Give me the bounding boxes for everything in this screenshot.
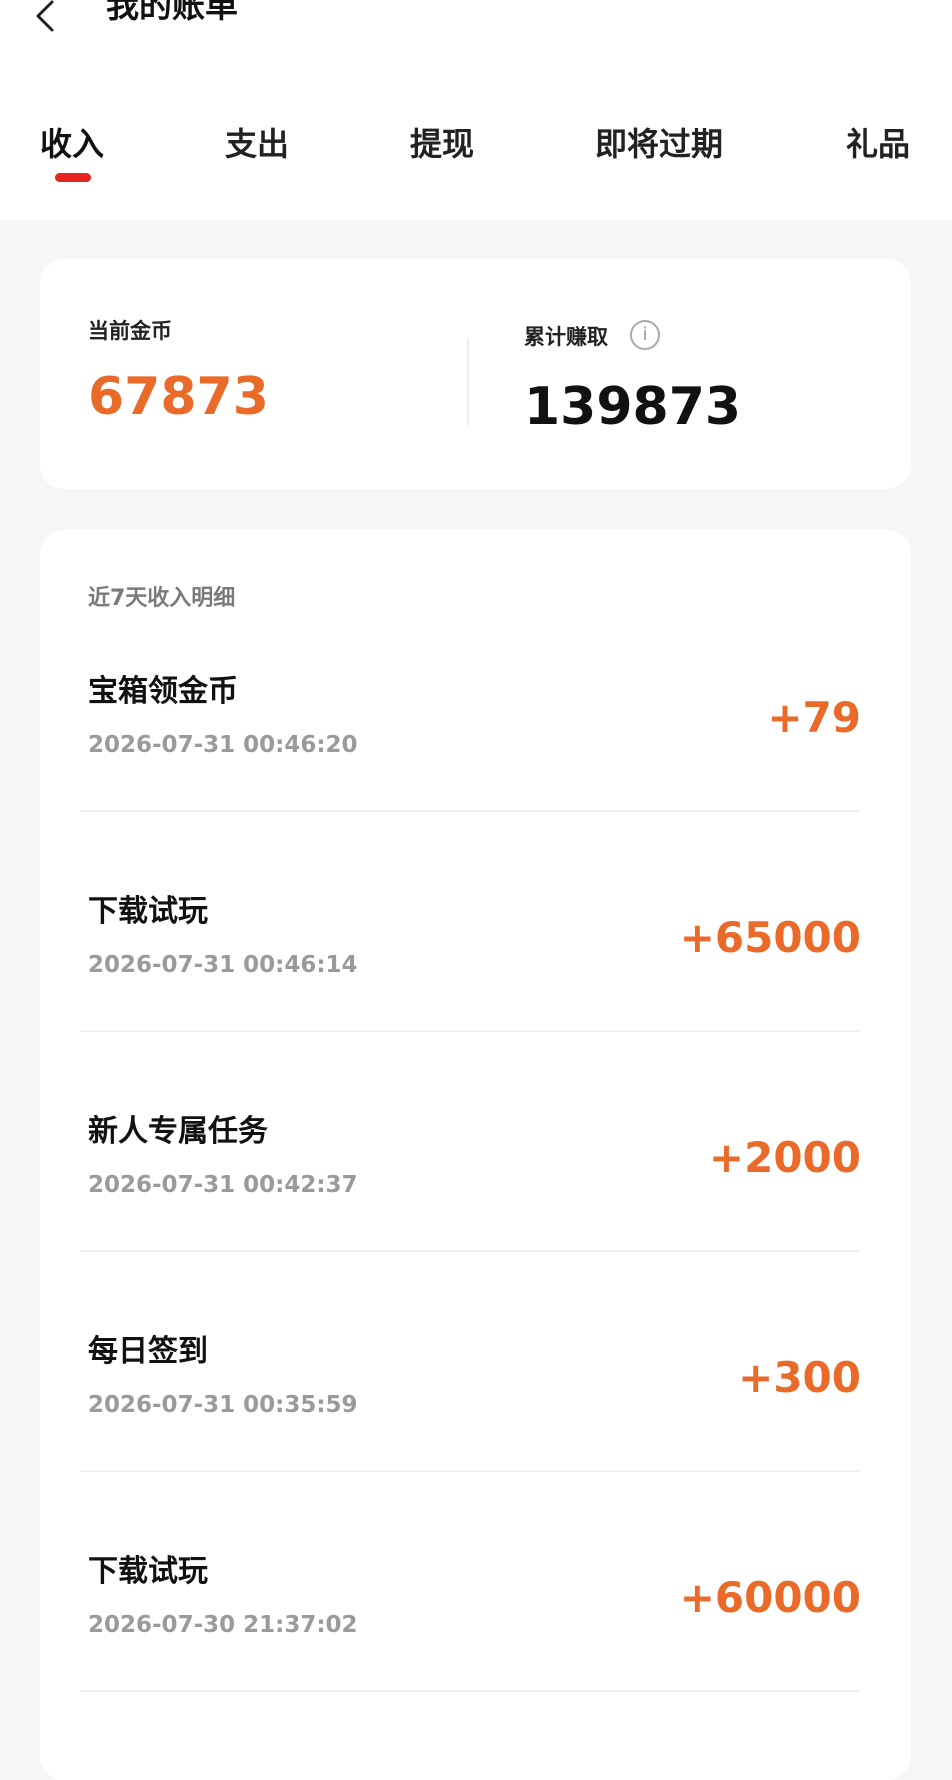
tab-expiring[interactable]: 即将过期 xyxy=(595,122,723,166)
tab-withdraw[interactable]: 提现 xyxy=(410,122,474,166)
coin-summary-card: 当前金币 67873 累计赚取 i 139873 xyxy=(40,259,911,489)
current-coins-label: 当前金币 xyxy=(88,319,172,343)
row-divider xyxy=(80,1470,861,1472)
info-icon[interactable]: i xyxy=(630,320,660,350)
list-item[interactable]: 每日签到 2026-07-31 00:35:59 +300 xyxy=(40,1330,911,1550)
income-details-card: 近7天收入明细 宝箱领金币 2026-07-31 00:46:20 +79 下载… xyxy=(40,530,911,1780)
item-time: 2026-07-31 00:42:37 xyxy=(88,1172,358,1198)
item-name: 下载试玩 xyxy=(88,894,208,929)
row-divider xyxy=(80,1250,861,1252)
tab-expense[interactable]: 支出 xyxy=(225,122,289,166)
item-amount: +300 xyxy=(738,1353,861,1402)
item-name: 下载试玩 xyxy=(88,1554,208,1589)
list-item[interactable]: 下载试玩 2026-07-30 21:37:02 +60000 xyxy=(40,1550,911,1770)
item-time: 2026-07-31 00:46:20 xyxy=(88,732,358,758)
total-earned-value: 139873 xyxy=(524,377,742,437)
item-time: 2026-07-30 21:37:02 xyxy=(88,1612,358,1638)
tab-gifts[interactable]: 礼品 xyxy=(846,122,910,166)
item-name: 新人专属任务 xyxy=(88,1114,268,1149)
summary-divider xyxy=(467,339,469,425)
page-title: 我的账单 xyxy=(106,0,238,25)
top-bar: 我的账单 收入 支出 提现 即将过期 礼品 xyxy=(0,0,952,220)
total-earned-label: 累计赚取 xyxy=(524,325,608,349)
item-amount: +60000 xyxy=(679,1573,861,1622)
item-amount: +79 xyxy=(767,693,861,742)
item-time: 2026-07-31 00:35:59 xyxy=(88,1392,358,1418)
row-divider xyxy=(80,1690,861,1692)
item-name: 每日签到 xyxy=(88,1334,208,1369)
chevron-left-icon xyxy=(36,0,54,32)
item-name: 宝箱领金币 xyxy=(88,674,238,709)
active-tab-indicator xyxy=(55,173,91,182)
list-item[interactable]: 宝箱领金币 2026-07-31 00:46:20 +79 xyxy=(40,670,911,890)
row-divider xyxy=(80,810,861,812)
item-amount: +2000 xyxy=(708,1133,861,1182)
item-amount: +65000 xyxy=(679,913,861,962)
list-item[interactable]: 新人专属任务 2026-07-31 00:42:37 +2000 xyxy=(40,1110,911,1330)
tab-income[interactable]: 收入 xyxy=(40,122,104,166)
section-title: 近7天收入明细 xyxy=(88,586,236,611)
back-button[interactable] xyxy=(26,0,70,38)
current-coins-value: 67873 xyxy=(88,367,269,427)
list-item[interactable]: 下载试玩 2026-07-31 00:46:14 +65000 xyxy=(40,890,911,1110)
row-divider xyxy=(80,1030,861,1032)
item-time: 2026-07-31 00:46:14 xyxy=(88,952,358,978)
